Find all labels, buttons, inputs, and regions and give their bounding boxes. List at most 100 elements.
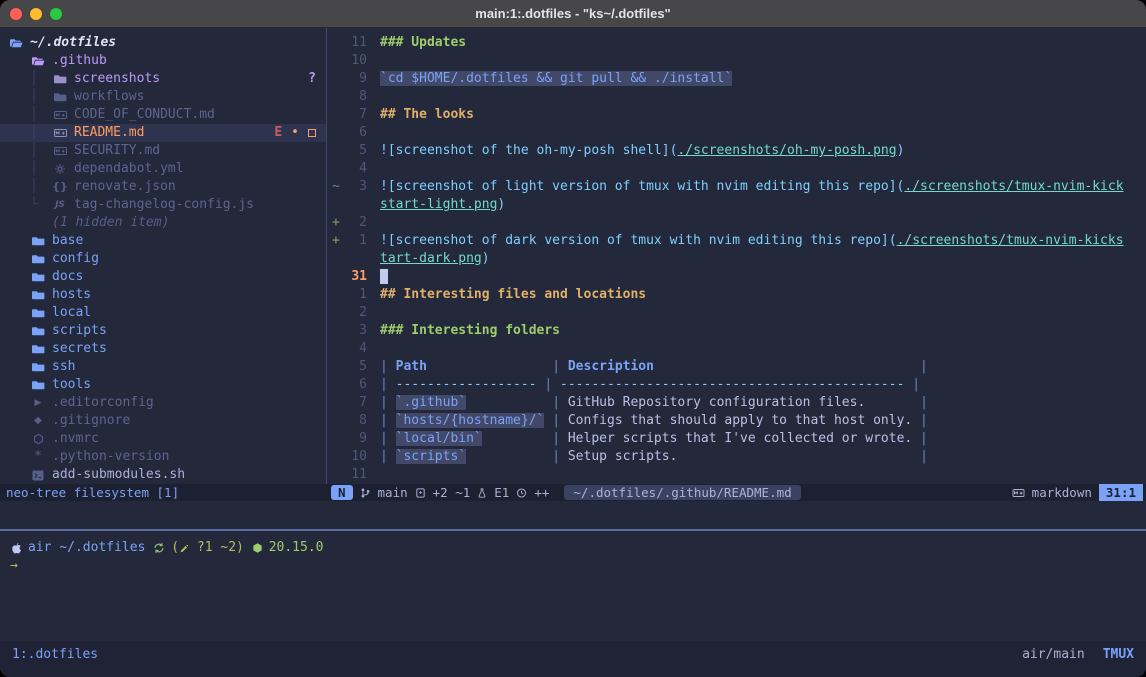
neotree-statusline: neo-tree filesystem [1]	[0, 485, 328, 500]
line-text: ## The looks	[380, 106, 474, 124]
folder-icon	[30, 253, 46, 265]
tree-item--.dotfiles[interactable]: ~/.dotfiles	[0, 34, 326, 52]
editor-line[interactable]: 31	[327, 268, 1146, 286]
error-badge: E	[274, 124, 282, 142]
tree-item-.editorconfig[interactable]: ▶.editorconfig	[0, 394, 326, 412]
tree-item-config[interactable]: config	[0, 250, 326, 268]
editor-line[interactable]: 1## Interesting files and locations	[327, 286, 1146, 304]
node-icon	[252, 542, 263, 554]
editor-line[interactable]: tart-dark.png)	[327, 250, 1146, 268]
tmux-window-label[interactable]: 1:.dotfiles	[12, 647, 98, 662]
tmux-session-name: air/main	[1022, 647, 1085, 662]
tree-item-label: (1 hidden item)	[52, 214, 169, 232]
git-status-open: (	[171, 539, 179, 557]
editor-line[interactable]: 8| `hosts/{hostname}/` | Configs that sh…	[327, 412, 1146, 430]
git-status-counts: ?1 ~2)	[189, 539, 244, 557]
tree-item-.python-version[interactable]: *.python-version	[0, 448, 326, 466]
prompt-input-line[interactable]: →	[10, 557, 1146, 575]
line-number: 8	[341, 412, 367, 430]
tree-item-code-of-conduct.md[interactable]: │CODE_OF_CONDUCT.md	[0, 106, 326, 124]
tree-item-local[interactable]: local	[0, 304, 326, 322]
editor-line[interactable]: ~3![screenshot of light version of tmux …	[327, 178, 1146, 196]
editor-line[interactable]: 11### Updates	[327, 34, 1146, 52]
tree-item-readme.md[interactable]: │README.mdE•	[0, 124, 326, 142]
line-number: 9	[341, 430, 367, 448]
tree-item-screenshots[interactable]: │screenshots?	[0, 70, 326, 88]
tree-item-tag-changelog-config.js[interactable]: └JStag-changelog-config.js	[0, 196, 326, 214]
editor-pane[interactable]: 11### Updates 10 9 `cd $HOME/.dotfiles &&…	[327, 28, 1146, 484]
tree-item-label: base	[52, 232, 83, 250]
tree-item-ssh[interactable]: ssh	[0, 358, 326, 376]
tree-item-.gitignore[interactable]: ◆.gitignore	[0, 412, 326, 430]
line-number: 5	[341, 142, 367, 160]
tree-item-docs[interactable]: docs	[0, 268, 326, 286]
gitsign-column	[327, 286, 341, 304]
editor-line[interactable]: 8	[327, 88, 1146, 106]
gitsign-column	[327, 304, 341, 322]
current-file-path: ~/.dotfiles/.github/README.md	[564, 485, 800, 500]
editor-line[interactable]: 9 `cd $HOME/.dotfiles && git pull && ./in…	[327, 70, 1146, 88]
line-text: tart-dark.png)	[380, 250, 490, 268]
syntax-segment: Description	[568, 359, 654, 374]
git-branch-name: main	[378, 485, 408, 500]
syntax-segment: |	[544, 413, 567, 428]
line-number: 7	[341, 106, 367, 124]
tree-item-label: renovate.json	[74, 178, 176, 196]
line-text: ![screenshot of dark version of tmux wit…	[380, 232, 1124, 250]
syntax-segment: ./screenshots/oh-my-posh.png	[677, 143, 896, 158]
syntax-segment: |	[912, 413, 928, 428]
editor-line[interactable]: 10| `scripts` | Setup scripts. |	[327, 448, 1146, 466]
git-sync-icon	[153, 542, 165, 554]
editor-line[interactable]: +1![screenshot of dark version of tmux w…	[327, 232, 1146, 250]
file-hex-icon	[30, 433, 46, 445]
editor-line[interactable]: 9| `local/bin` | Helper scripts that I'v…	[327, 430, 1146, 448]
editor-line[interactable]: 6	[327, 124, 1146, 142]
editor-line[interactable]: 7 ## The looks	[327, 106, 1146, 124]
syntax-segment: )	[897, 143, 905, 158]
editor-line[interactable]: 5![screenshot of the oh-my-posh shell](.…	[327, 142, 1146, 160]
gitsign-column: ~	[327, 178, 341, 196]
syntax-segment: |	[380, 395, 396, 410]
tree-item-label: .nvmrc	[52, 430, 99, 448]
tree-item-scripts[interactable]: scripts	[0, 322, 326, 340]
editor-line[interactable]: 7| `.github` | GitHub Repository configu…	[327, 394, 1146, 412]
tree-item-dependabot.yml[interactable]: │dependabot.yml	[0, 160, 326, 178]
editor-line[interactable]: 6| ------------------ | ----------------…	[327, 376, 1146, 394]
editor-line[interactable]: 4	[327, 160, 1146, 178]
neo-tree-sidebar[interactable]: ~/.dotfiles.github│screenshots?│workflow…	[0, 28, 327, 484]
editor-line[interactable]: 5| Path | Description |	[327, 358, 1146, 376]
editor-line[interactable]: 10	[327, 52, 1146, 70]
editor-line[interactable]: 2	[327, 304, 1146, 322]
tree-item-secrets[interactable]: secrets	[0, 340, 326, 358]
tree-item-base[interactable]: base	[0, 232, 326, 250]
folder-icon	[30, 307, 46, 319]
gitsign-column	[327, 142, 341, 160]
cursor-position: 31:1	[1099, 484, 1143, 501]
editor-line[interactable]: start-light.png)	[327, 196, 1146, 214]
gitsign-column	[327, 124, 341, 142]
tree-item-.github[interactable]: .github	[0, 52, 326, 70]
tree-item-workflows[interactable]: │workflows	[0, 88, 326, 106]
tree-item-hosts[interactable]: hosts	[0, 286, 326, 304]
tree-item--1-hidden-item-[interactable]: (1 hidden item)	[0, 214, 326, 232]
tree-item-add-submodules.sh[interactable]: add-submodules.sh	[0, 466, 326, 484]
editor-line[interactable]: +2	[327, 214, 1146, 232]
line-text: ## Interesting files and locations	[380, 286, 646, 304]
tree-item-renovate.json[interactable]: │{}renovate.json	[0, 178, 326, 196]
tree-item-security.md[interactable]: │SECURITY.md	[0, 142, 326, 160]
line-text: `cd $HOME/.dotfiles && git pull && ./ins…	[380, 70, 732, 88]
tree-item-tools[interactable]: tools	[0, 376, 326, 394]
syntax-segment: `local/bin`	[396, 431, 482, 446]
editor-line[interactable]: 4	[327, 340, 1146, 358]
tree-guide-line: │	[30, 160, 52, 178]
editor-line[interactable]: 11	[327, 466, 1146, 484]
statusline: neo-tree filesystem [1] N main +2 ~1 E1 …	[0, 484, 1146, 501]
file-tree: ~/.dotfiles.github│screenshots?│workflow…	[0, 34, 326, 484]
folder-icon	[30, 343, 46, 355]
tree-item-label: tools	[52, 376, 91, 394]
tree-item-.nvmrc[interactable]: .nvmrc	[0, 430, 326, 448]
folder-open-icon	[30, 55, 46, 67]
shell-pane[interactable]: air ~/.dotfiles ( ?1 ~2) 20.15.0 →	[0, 531, 1146, 641]
editor-line[interactable]: 3### Interesting folders	[327, 322, 1146, 340]
line-number: 9	[341, 70, 367, 88]
